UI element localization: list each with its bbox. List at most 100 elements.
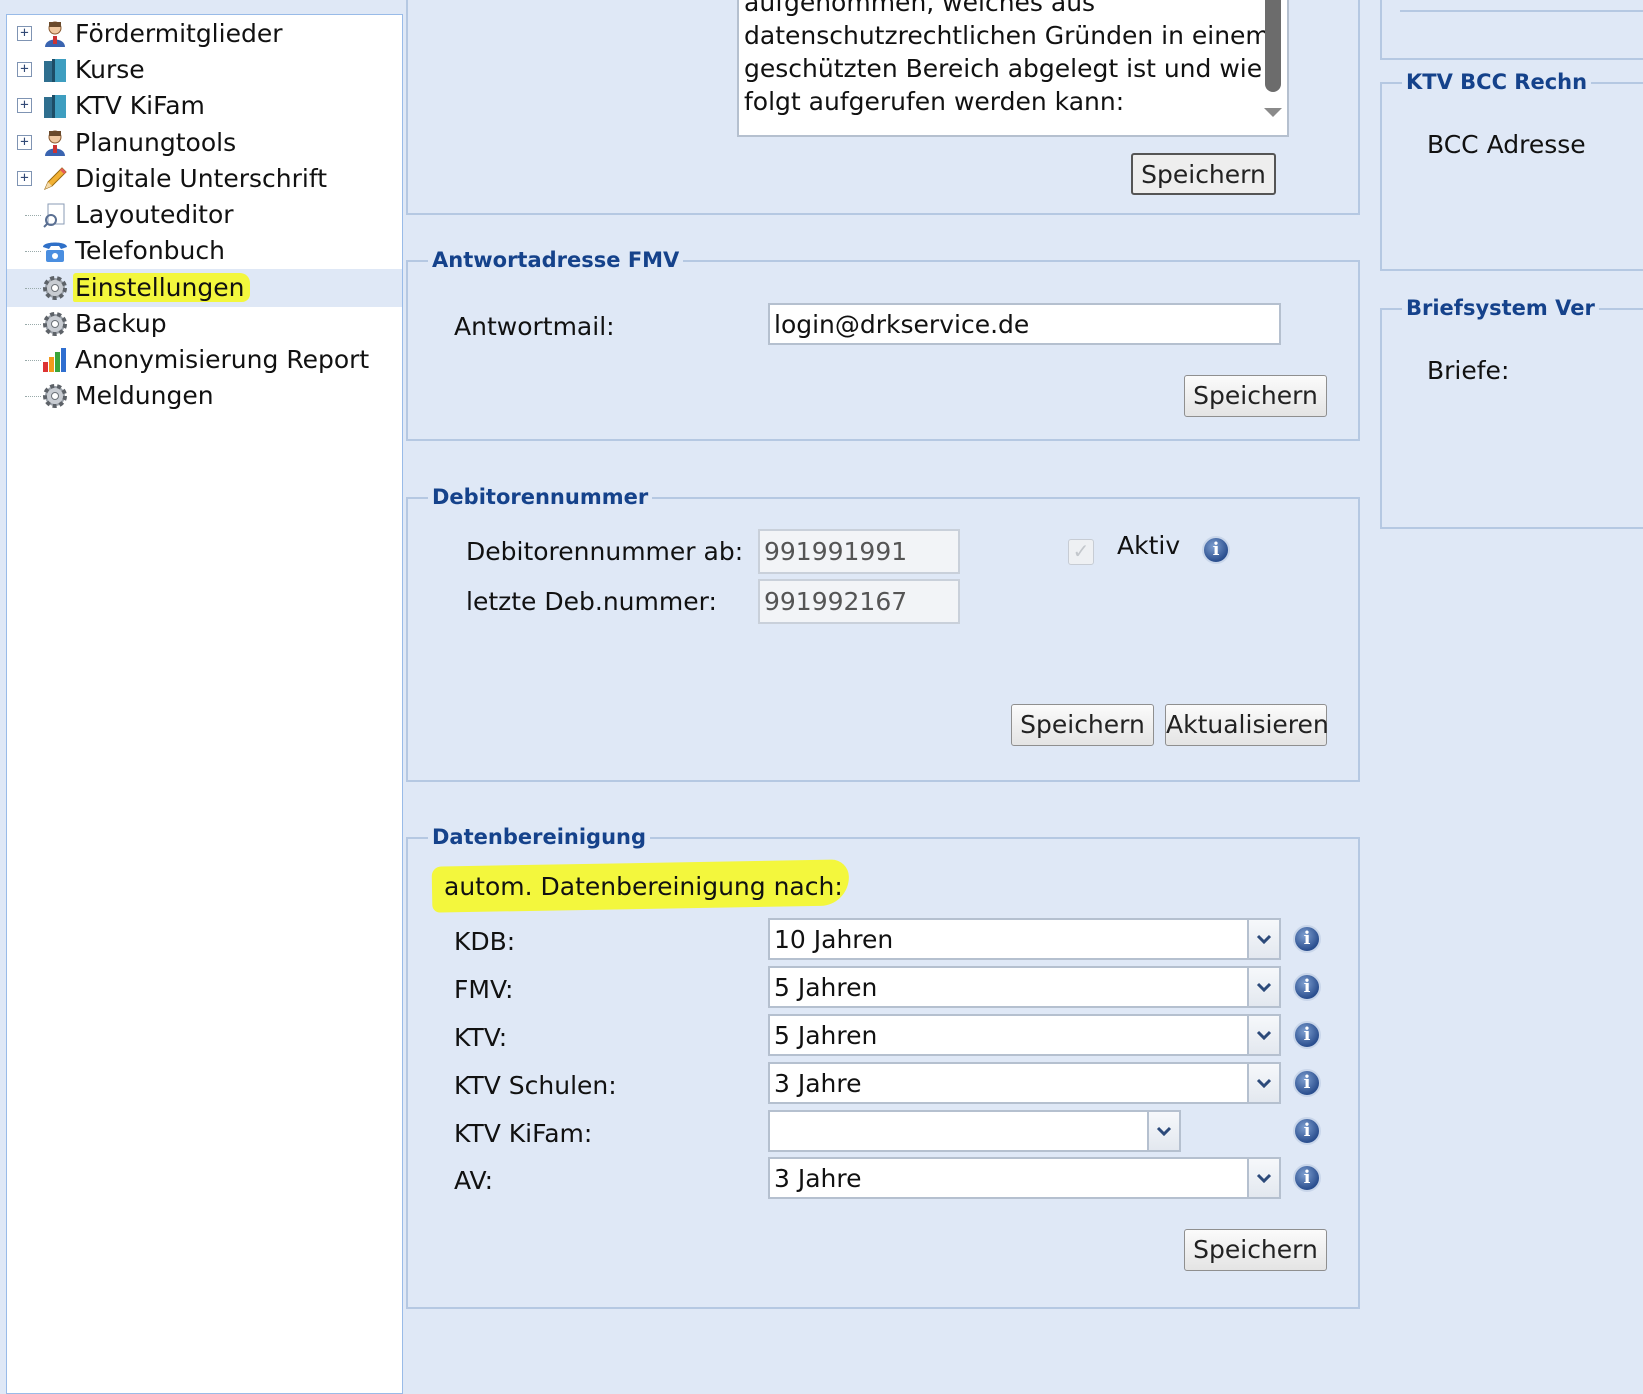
book-icon [40, 55, 70, 85]
gear-icon [40, 273, 70, 303]
chevron-down-icon[interactable] [1247, 968, 1279, 1006]
expand-icon[interactable]: + [17, 98, 32, 113]
info-icon[interactable]: i [1293, 925, 1321, 953]
tree-item-label: Meldungen [75, 381, 214, 410]
tree-item-kurse[interactable]: + Kurse [7, 51, 402, 89]
av-label: AV: [454, 1166, 493, 1195]
save-antwortmail-button[interactable]: Speichern [1184, 375, 1327, 417]
bcc-address-label: BCC Adresse [1427, 130, 1586, 159]
phone-icon [40, 236, 70, 266]
fieldset-legend: Datenbereinigung [428, 825, 651, 849]
briefe-label: Briefe: [1427, 356, 1510, 385]
fieldset-legend: Debitorennummer [428, 485, 653, 509]
ktv-kifam-label: KTV KiFam: [454, 1119, 593, 1148]
av-select-value: 3 Jahre [774, 1164, 862, 1193]
kdb-label: KDB: [454, 927, 516, 956]
antwortadresse-fieldset: Antwortadresse FMV Antwortmail: Speicher… [406, 248, 1360, 441]
chevron-down-icon[interactable] [1247, 1064, 1279, 1102]
fieldset-legend: Briefsystem Ver [1402, 296, 1599, 320]
tree-item-telefonbuch[interactable]: Telefonbuch [7, 232, 402, 270]
tree-connector [25, 232, 41, 252]
tree-connector [25, 341, 41, 361]
kdb-select[interactable]: 10 Jahren [768, 918, 1281, 960]
user-icon [40, 128, 70, 158]
navigation-tree: + Fördermitglieder + Kurse + KTV KiFam +… [6, 14, 403, 1394]
info-icon[interactable]: i [1293, 1069, 1321, 1097]
tree-item-layouteditor[interactable]: Layouteditor [7, 196, 402, 234]
tree-item-label: Digitale Unterschrift [75, 164, 328, 193]
av-select[interactable]: 3 Jahre [768, 1157, 1281, 1199]
tree-item-label: Einstellungen [73, 270, 251, 306]
gear-icon [40, 309, 70, 339]
info-icon[interactable]: i [1293, 1021, 1321, 1049]
expand-icon[interactable]: + [17, 171, 32, 186]
debitorennummer-fieldset: Debitorennummer Debitorennummer ab: letz… [406, 485, 1360, 782]
tree-item-label: Layouteditor [75, 200, 234, 229]
aktiv-label: Aktiv [1117, 531, 1181, 560]
fmv-label: FMV: [454, 975, 514, 1004]
tree-item-label: KTV KiFam [75, 91, 205, 120]
datenbereinigung-heading: autom. Datenbereinigung nach: [444, 872, 843, 901]
fmv-select[interactable]: 5 Jahren [768, 966, 1281, 1008]
scroll-down-arrow-icon[interactable] [1264, 108, 1282, 117]
text-line: aufgenommen, welches aus [744, 0, 1096, 17]
ktv-label: KTV: [454, 1023, 508, 1052]
ktv-kifam-select[interactable] [768, 1110, 1181, 1152]
right-top-fieldset [1380, 0, 1643, 60]
tree-connector [25, 269, 41, 289]
tree-connector [25, 377, 41, 397]
tree-item-foerdermitglieder[interactable]: + Fördermitglieder [7, 15, 402, 53]
ktv-schulen-label: KTV Schulen: [454, 1071, 617, 1100]
info-icon[interactable]: i [1202, 536, 1230, 564]
tree-item-ktv-kifam[interactable]: + KTV KiFam [7, 87, 402, 125]
briefsystem-fieldset: Briefsystem Ver Briefe: [1380, 296, 1643, 529]
user-icon [40, 19, 70, 49]
tree-item-label: Backup [75, 309, 167, 338]
gear-icon [40, 381, 70, 411]
chevron-down-icon[interactable] [1247, 1016, 1279, 1054]
info-icon[interactable]: i [1293, 1117, 1321, 1145]
aktiv-checkbox[interactable]: ✓ [1068, 539, 1094, 565]
ktv-schulen-select[interactable]: 3 Jahre [768, 1062, 1281, 1104]
ktv-select[interactable]: 5 Jahren [768, 1014, 1281, 1056]
pencil-icon [40, 164, 70, 194]
tree-item-meldungen[interactable]: Meldungen [7, 377, 402, 415]
chevron-down-icon[interactable] [1147, 1112, 1179, 1150]
last-debitorennummer-label: letzte Deb.nummer: [466, 587, 717, 616]
tree-item-planungtools[interactable]: + Planungtools [7, 124, 402, 162]
refresh-debitoren-button[interactable]: Aktualisieren [1165, 704, 1329, 746]
last-debitorennummer-input[interactable] [758, 579, 960, 624]
expand-icon[interactable]: + [17, 135, 32, 150]
tree-item-backup[interactable]: Backup [7, 305, 402, 343]
antwortmail-label: Antwortmail: [454, 312, 615, 341]
antwortmail-input[interactable] [768, 303, 1281, 345]
tree-item-digitale-unterschrift[interactable]: + Digitale Unterschrift [7, 160, 402, 198]
email-text-area[interactable]: aufgenommen, welches aus datenschutzrech… [737, 0, 1289, 137]
tree-connector [25, 305, 41, 325]
ktv-schulen-select-value: 3 Jahre [774, 1069, 862, 1098]
tree-item-label: Telefonbuch [75, 236, 225, 265]
tree-item-label: Planungtools [75, 128, 237, 157]
info-icon[interactable]: i [1293, 1164, 1321, 1192]
scrollbar-thumb[interactable] [1265, 0, 1281, 92]
chevron-down-icon[interactable] [1247, 1159, 1279, 1197]
tree-connector [25, 196, 41, 216]
expand-icon[interactable]: + [17, 26, 32, 41]
fieldset-legend: KTV BCC Rechn [1402, 70, 1592, 94]
save-debitoren-button[interactable]: Speichern [1011, 704, 1154, 746]
bar-chart-icon [40, 345, 70, 375]
debitorennummer-from-input[interactable] [758, 529, 960, 574]
tree-item-anonymisierung-report[interactable]: Anonymisierung Report [7, 341, 402, 379]
chevron-down-icon[interactable] [1247, 920, 1279, 958]
text-line: geschützten Bereich abgelegt ist und wie [744, 54, 1263, 83]
tree-item-einstellungen[interactable]: Einstellungen [7, 269, 402, 307]
text-line: folgt aufgerufen werden kann: [744, 87, 1125, 116]
expand-icon[interactable]: + [17, 62, 32, 77]
fieldset-legend: Antwortadresse FMV [428, 248, 684, 272]
book-icon [40, 91, 70, 121]
save-text-button[interactable]: Speichern [1131, 153, 1276, 195]
save-datenbereinigung-button[interactable]: Speichern [1184, 1229, 1327, 1271]
tree-item-label: Fördermitglieder [75, 19, 283, 48]
divider [1400, 10, 1643, 12]
info-icon[interactable]: i [1293, 973, 1321, 1001]
